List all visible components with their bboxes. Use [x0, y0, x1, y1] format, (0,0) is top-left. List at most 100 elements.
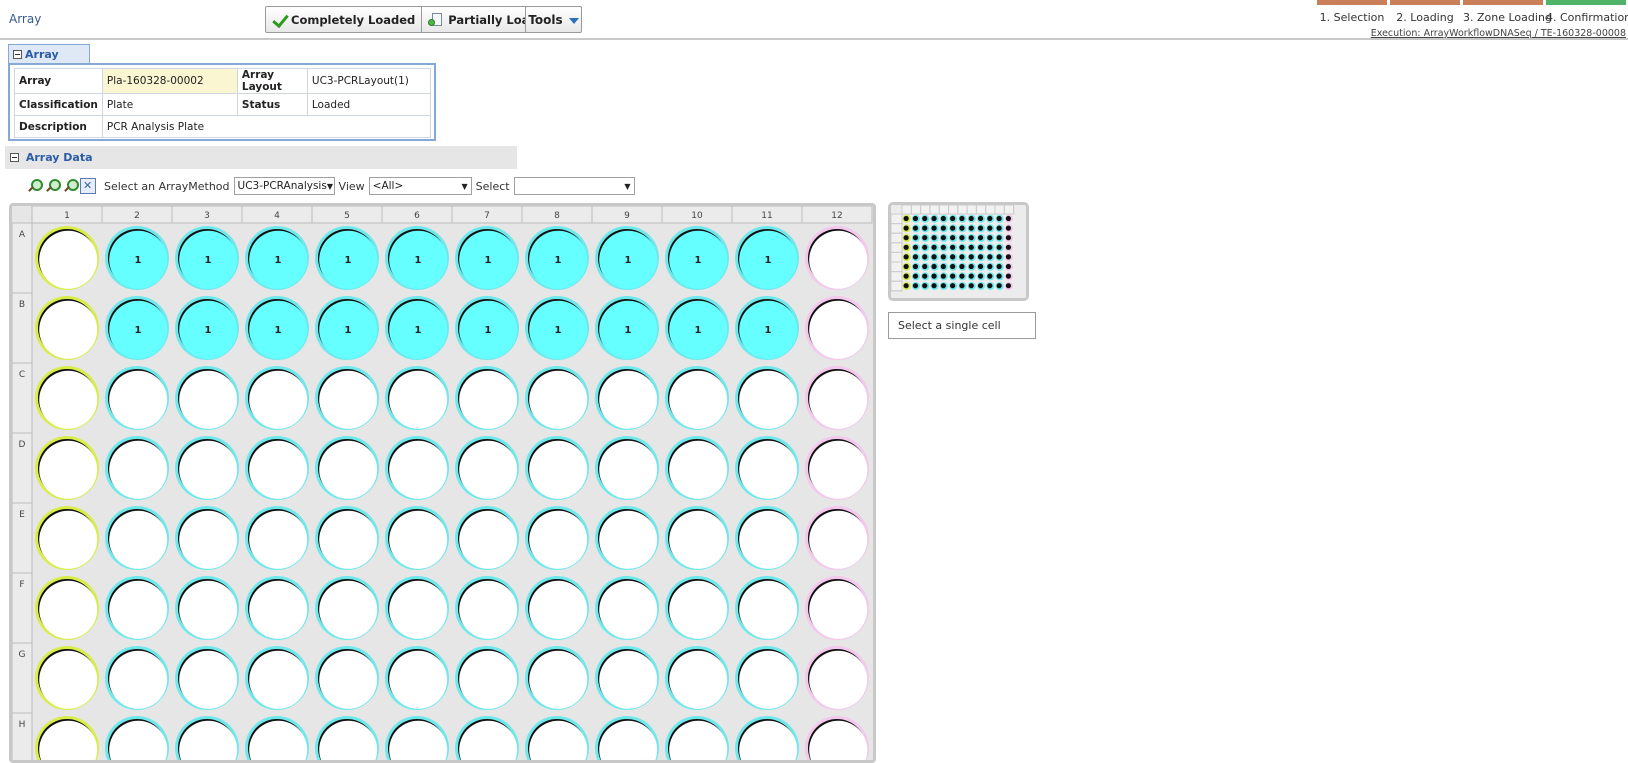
well-F6[interactable] [385, 576, 449, 640]
well-G6[interactable] [385, 646, 449, 710]
well-C7[interactable] [455, 366, 519, 430]
array-tab[interactable]: Array [8, 44, 90, 64]
well-F1[interactable] [35, 576, 99, 640]
well-C8[interactable] [525, 366, 589, 430]
plate-minimap[interactable] [888, 202, 1029, 301]
well-D1[interactable] [35, 436, 99, 500]
well-C6[interactable] [385, 366, 449, 430]
well-G4[interactable] [245, 646, 309, 710]
well-B4[interactable]: 1 [245, 296, 309, 360]
well-E3[interactable] [175, 506, 239, 570]
execution-link[interactable]: Execution: ArrayWorkflowDNASeq / TE-1603… [1371, 28, 1626, 39]
well-A3[interactable]: 1 [175, 226, 239, 290]
collapse-icon[interactable] [13, 50, 22, 59]
well-G9[interactable] [595, 646, 659, 710]
well-C11[interactable] [735, 366, 799, 430]
well-A4[interactable]: 1 [245, 226, 309, 290]
zoom-out-icon[interactable] [44, 178, 61, 194]
well-E2[interactable] [105, 506, 169, 570]
step-confirmation[interactable]: 4. Confirmation [1546, 0, 1628, 24]
well-B8[interactable]: 1 [525, 296, 589, 360]
well-C3[interactable] [175, 366, 239, 430]
well-B5[interactable]: 1 [315, 296, 379, 360]
step-selection[interactable]: 1. Selection [1317, 0, 1387, 24]
well-E5[interactable] [315, 506, 379, 570]
well-F2[interactable] [105, 576, 169, 640]
well-B11[interactable]: 1 [735, 296, 799, 360]
well-G8[interactable] [525, 646, 589, 710]
well-E8[interactable] [525, 506, 589, 570]
well-E4[interactable] [245, 506, 309, 570]
well-B2[interactable]: 1 [105, 296, 169, 360]
well-E11[interactable] [735, 506, 799, 570]
well-G12[interactable] [805, 646, 869, 710]
well-E1[interactable] [35, 506, 99, 570]
well-E12[interactable] [805, 506, 869, 570]
well-A8[interactable]: 1 [525, 226, 589, 290]
well-D7[interactable] [455, 436, 519, 500]
completely-loaded-button[interactable]: Completely Loaded [266, 7, 421, 32]
well-D3[interactable] [175, 436, 239, 500]
step-zone-loading[interactable]: 3. Zone Loading [1463, 0, 1552, 24]
well-F7[interactable] [455, 576, 519, 640]
fit-to-screen-icon[interactable] [80, 178, 96, 194]
well-E9[interactable] [595, 506, 659, 570]
well-A9[interactable]: 1 [595, 226, 659, 290]
well-B1[interactable] [35, 296, 99, 360]
well-G2[interactable] [105, 646, 169, 710]
step-loading[interactable]: 2. Loading [1390, 0, 1460, 24]
well-D12[interactable] [805, 436, 869, 500]
well-A12[interactable] [805, 226, 869, 290]
well-D11[interactable] [735, 436, 799, 500]
well-D6[interactable] [385, 436, 449, 500]
well-D10[interactable] [665, 436, 729, 500]
well-F3[interactable] [175, 576, 239, 640]
well-E6[interactable] [385, 506, 449, 570]
view-select[interactable]: <All> ▼ [368, 177, 472, 195]
selection-select[interactable]: ▼ [513, 177, 635, 195]
well-A2[interactable]: 1 [105, 226, 169, 290]
well-F5[interactable] [315, 576, 379, 640]
well-G7[interactable] [455, 646, 519, 710]
well-D5[interactable] [315, 436, 379, 500]
well-D4[interactable] [245, 436, 309, 500]
well-A6[interactable]: 1 [385, 226, 449, 290]
well-G10[interactable] [665, 646, 729, 710]
well-B10[interactable]: 1 [665, 296, 729, 360]
well-A11[interactable]: 1 [735, 226, 799, 290]
well-A7[interactable]: 1 [455, 226, 519, 290]
well-G11[interactable] [735, 646, 799, 710]
well-F4[interactable] [245, 576, 309, 640]
well-B7[interactable]: 1 [455, 296, 519, 360]
well-B12[interactable] [805, 296, 869, 360]
zoom-in-icon[interactable] [26, 178, 43, 194]
well-G1[interactable] [35, 646, 99, 710]
well-D2[interactable] [105, 436, 169, 500]
well-B6[interactable]: 1 [385, 296, 449, 360]
well-A10[interactable]: 1 [665, 226, 729, 290]
collapse-icon[interactable] [10, 153, 19, 162]
well-G3[interactable] [175, 646, 239, 710]
well-E10[interactable] [665, 506, 729, 570]
well-A5[interactable]: 1 [315, 226, 379, 290]
well-C4[interactable] [245, 366, 309, 430]
well-A1[interactable] [35, 226, 99, 290]
well-C2[interactable] [105, 366, 169, 430]
array-method-select[interactable]: UC3-PCRAnalysis ▼ [233, 177, 335, 195]
array-value[interactable]: Pla-160328-00002 [101, 68, 238, 94]
well-F10[interactable] [665, 576, 729, 640]
well-F11[interactable] [735, 576, 799, 640]
well-C1[interactable] [35, 366, 99, 430]
well-G5[interactable] [315, 646, 379, 710]
well-F9[interactable] [595, 576, 659, 640]
array-data-header[interactable]: Array Data [5, 146, 517, 169]
well-C10[interactable] [665, 366, 729, 430]
well-D9[interactable] [595, 436, 659, 500]
zoom-reset-icon[interactable] [62, 178, 79, 194]
well-C5[interactable] [315, 366, 379, 430]
well-F8[interactable] [525, 576, 589, 640]
well-C12[interactable] [805, 366, 869, 430]
well-B3[interactable]: 1 [175, 296, 239, 360]
well-B9[interactable]: 1 [595, 296, 659, 360]
tools-menu-button[interactable]: Tools [525, 6, 582, 33]
